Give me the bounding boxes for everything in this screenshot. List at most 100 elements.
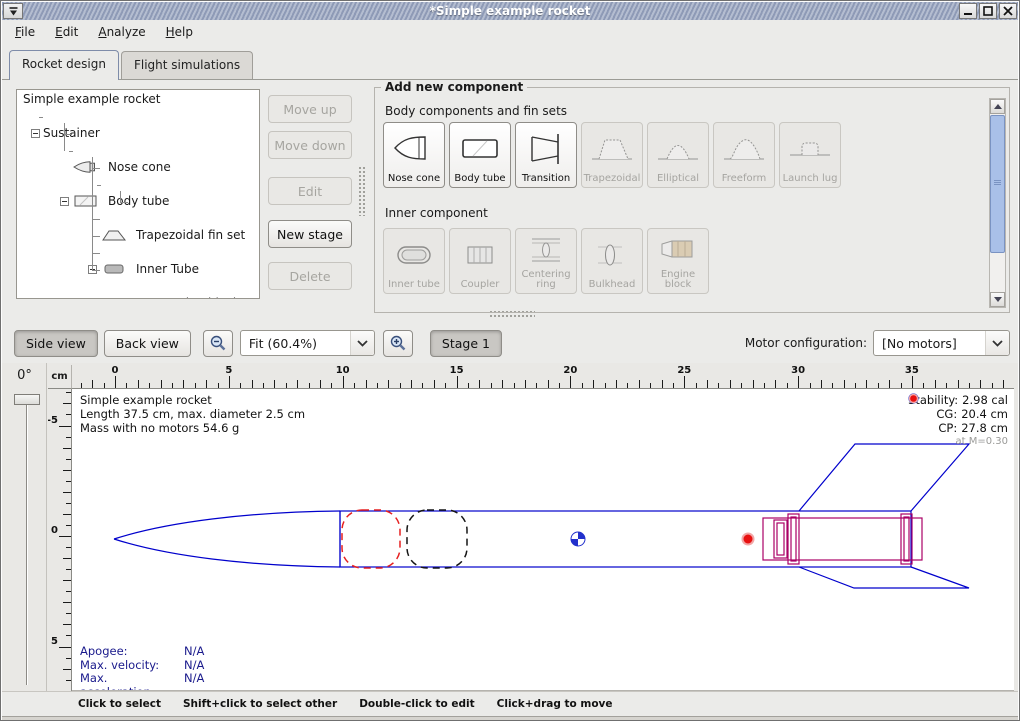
- flight-data-label: Max. velocity:: [80, 659, 184, 673]
- ruler-tick: [63, 448, 71, 449]
- menu-file[interactable]: File: [6, 23, 44, 41]
- rotation-control-column: 0°: [2, 363, 47, 691]
- component-button-label: Bulkhead: [589, 280, 636, 290]
- add-trapezoidal-button[interactable]: Trapezoidal: [581, 122, 643, 188]
- component-button-label: Trapezoidal: [584, 174, 641, 184]
- add-bulkhead-button[interactable]: Bulkhead: [581, 228, 643, 294]
- close-icon[interactable]: [999, 3, 1017, 19]
- flight-data-summary: Apogee:N/AMax. velocity:N/AMax. accelera…: [80, 645, 204, 691]
- tree-item-nose-cone[interactable]: Nose cone: [17, 159, 259, 176]
- add-engine-block-button[interactable]: Engine block: [647, 228, 709, 294]
- vertical-splitter[interactable]: [358, 166, 366, 216]
- zoom-out-button[interactable]: [203, 330, 233, 357]
- scroll-down-icon[interactable]: [990, 292, 1005, 307]
- motor-configuration-value: [No motors]: [874, 336, 965, 351]
- zoom-value: Fit (60.4%): [241, 336, 325, 351]
- add-nose-cone-button[interactable]: Nose cone: [383, 122, 445, 188]
- side-view-button[interactable]: Side view: [14, 330, 98, 357]
- tree-collapse-icon[interactable]: [60, 197, 69, 206]
- move-down-button[interactable]: Move down: [268, 131, 352, 159]
- ruler-tick: [66, 392, 71, 393]
- parachute-marker[interactable]: [342, 510, 400, 568]
- ruler-tick: [320, 380, 321, 388]
- tab-flight-simulations[interactable]: Flight simulations: [121, 51, 253, 79]
- tree-item-inner-tube[interactable]: Inner Tube: [17, 261, 259, 278]
- mass-component-marker[interactable]: [407, 510, 467, 568]
- add-centering-ring-button[interactable]: Centering ring: [515, 228, 577, 294]
- nosecone-icon: [73, 161, 99, 173]
- tree-item-sustainer[interactable]: Sustainer: [17, 125, 259, 142]
- rocket-canvas[interactable]: Simple example rocket Length 37.5 cm, ma…: [72, 389, 1014, 691]
- tab-rocket-design[interactable]: Rocket design: [9, 50, 119, 80]
- ruler-tick: [673, 383, 674, 388]
- tree-item-simple-example-rocket[interactable]: Simple example rocket: [17, 91, 259, 108]
- back-view-button[interactable]: Back view: [104, 330, 191, 357]
- stage-1-toggle[interactable]: Stage 1: [430, 330, 502, 357]
- tree-collapse-icon[interactable]: [31, 129, 40, 138]
- rocket-outline[interactable]: [114, 444, 969, 588]
- add-body-tube-button[interactable]: Body tube: [449, 122, 511, 188]
- ruler-label: -5: [48, 415, 58, 426]
- rotation-slider-handle[interactable]: [14, 394, 40, 405]
- stage-action-buttons: Move up Move down Edit New stage Delete: [268, 89, 354, 290]
- minimize-icon[interactable]: [959, 3, 977, 19]
- zoom-select[interactable]: Fit (60.4%): [240, 330, 375, 356]
- new-stage-button[interactable]: New stage: [268, 220, 352, 248]
- ruler-tick: [479, 380, 480, 388]
- scrollbar-thumb[interactable]: [990, 115, 1005, 253]
- mach-note: at M=0.30: [908, 435, 1008, 449]
- ruler-tick: [183, 380, 184, 388]
- tree-item-body-tube[interactable]: Body tube: [17, 193, 259, 210]
- tree-item-label: Trapezoidal fin set: [136, 227, 245, 244]
- move-up-button[interactable]: Move up: [268, 95, 352, 123]
- add-coupler-button[interactable]: Coupler: [449, 228, 511, 294]
- component-tree[interactable]: Simple example rocket Sustainer Nose cone B…: [16, 89, 260, 299]
- ruler-tick: [696, 383, 697, 388]
- bottom-fin[interactable]: [799, 567, 969, 588]
- maximize-icon[interactable]: [979, 3, 997, 19]
- top-fin[interactable]: [799, 444, 969, 511]
- ruler-tick: [514, 383, 515, 388]
- cp-marker: [742, 533, 755, 546]
- ruler-tick: [297, 380, 298, 388]
- ruler-tick: [229, 376, 230, 388]
- ruler-tick: [969, 383, 970, 388]
- menu-analyze[interactable]: Analyze: [89, 23, 154, 41]
- rocket-mass: Mass with no motors 54.6 g: [80, 421, 305, 435]
- title-bar[interactable]: *Simple example rocket: [2, 2, 1018, 20]
- motor-configuration-select[interactable]: [No motors]: [873, 330, 1010, 356]
- ruler-tick: [684, 376, 685, 388]
- add-inner-tube-button[interactable]: Inner tube: [383, 228, 445, 294]
- ruler-tick: [639, 380, 640, 388]
- ruler-tick: [66, 569, 71, 570]
- add-elliptical-button[interactable]: Elliptical: [647, 122, 709, 188]
- component-scrollbar[interactable]: [989, 98, 1006, 308]
- ruler-tick: [844, 380, 845, 388]
- rocket-info-header: Simple example rocket Length 37.5 cm, ma…: [80, 393, 305, 435]
- ruler-tick: [115, 376, 116, 388]
- scroll-up-icon[interactable]: [990, 99, 1005, 114]
- delete-button[interactable]: Delete: [268, 262, 352, 290]
- zoom-in-button[interactable]: [383, 330, 413, 357]
- ruler-tick: [59, 426, 71, 427]
- transition-icon: [524, 123, 568, 174]
- add-launch-lug-button[interactable]: Launch lug: [779, 122, 841, 188]
- ruler-tick: [63, 669, 71, 670]
- tree-connector: [39, 117, 43, 118]
- flight-data-row: Max. velocity:N/A: [80, 659, 204, 673]
- menu-help[interactable]: Help: [157, 23, 202, 41]
- menu-edit[interactable]: Edit: [46, 23, 87, 41]
- edit-button[interactable]: Edit: [268, 177, 352, 205]
- rotation-slider-track[interactable]: [26, 405, 28, 685]
- ruler-tick: [958, 380, 959, 388]
- ruler-label: 30: [788, 365, 808, 376]
- ruler-tick: [662, 380, 663, 388]
- ruler-tick: [810, 383, 811, 388]
- engineblock-icon: [656, 229, 700, 270]
- component-button-label: Launch lug: [783, 174, 838, 184]
- tree-item-trapezoidal-fin-set[interactable]: Trapezoidal fin set: [17, 227, 259, 244]
- motor-mount[interactable]: [763, 514, 922, 564]
- add-transition-button[interactable]: Transition: [515, 122, 577, 188]
- add-freeform-button[interactable]: Freeform: [713, 122, 775, 188]
- tree-item-engine-block[interactable]: Engine block: [17, 295, 259, 299]
